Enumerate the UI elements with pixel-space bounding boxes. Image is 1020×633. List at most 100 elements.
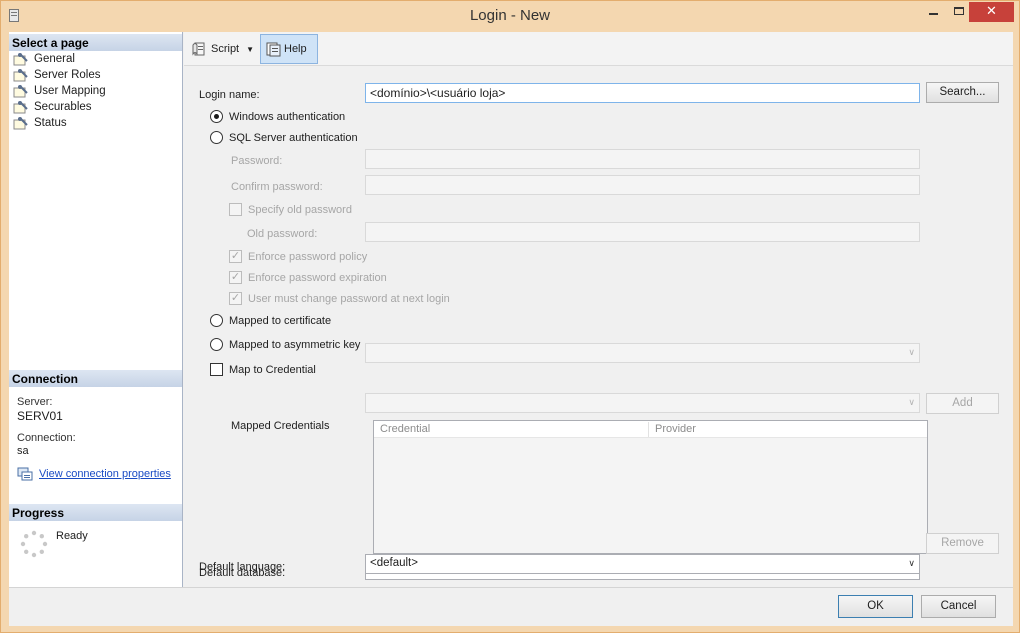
view-connection-link[interactable]: View connection properties [39,468,171,480]
credential-column-header[interactable]: Credential [380,423,430,435]
chevron-down-icon: ∨ [908,558,915,568]
login-name-label: Login name: [199,89,260,101]
properties-icon [17,467,33,481]
password-input[interactable] [365,149,920,169]
checkmark-icon[interactable]: ✓ [229,271,242,284]
old-password-input[interactable] [365,222,920,242]
server-value: SERV01 [17,409,63,423]
column-separator [648,422,649,437]
dialog-footer: OK Cancel [9,587,1013,626]
radio-checked[interactable] [210,110,223,123]
enforce-policy-checkbox[interactable]: ✓ Enforce password policy [229,250,367,263]
chevron-down-icon: ∨ [908,397,915,407]
default-language-label: Default language: [199,561,286,573]
default-language-value: <default> [370,557,418,569]
map-credential-label: Map to Credential [229,363,316,376]
windows-auth-radio[interactable]: Windows authentication [210,110,345,123]
old-password-label: Old password: [247,228,318,240]
radio-unchecked[interactable] [210,131,223,144]
confirm-password-input[interactable] [365,175,920,195]
page-item-user-mapping[interactable]: User Mapping [13,83,106,99]
help-icon [266,42,281,57]
confirm-password-label: Confirm password: [231,181,323,193]
must-change-checkbox[interactable]: ✓ User must change password at next logi… [229,292,450,305]
mapped-credentials-label: Mapped Credentials [231,420,330,432]
specify-old-password-label: Specify old password [248,203,352,216]
progress-status: Ready [56,530,88,542]
checkmark-icon[interactable]: ✓ [229,250,242,263]
dropdown-arrow-icon[interactable]: ▼ [246,45,254,54]
password-label: Password: [231,155,283,167]
sql-auth-label: SQL Server authentication [229,131,358,144]
mapped-credentials-grid[interactable]: Credential Provider [373,420,928,554]
ok-button[interactable]: OK [838,595,913,618]
maximize-icon [954,7,964,15]
specify-old-password-checkbox[interactable]: Specify old password [229,203,352,216]
mapped-asymmetric-label: Mapped to asymmetric key [229,338,361,351]
certificate-select[interactable]: ∨ [365,343,920,363]
toolbar: Script ▼ Help [184,32,1013,66]
dialog-client-area: Select a page General Server Roles User … [9,32,1013,626]
page-wrench-icon [13,68,28,81]
default-language-select[interactable]: <default> ∨ [365,554,920,574]
minimize-icon [929,13,938,15]
must-change-label: User must change password at next login [248,292,450,305]
checkbox-box[interactable] [210,363,223,376]
windows-auth-label: Windows authentication [229,110,346,123]
enforce-expiration-label: Enforce password expiration [248,271,387,284]
general-page-form: Login name: <domínio>\<usuário loja> Sea… [184,67,1013,587]
checkbox-box[interactable] [229,203,242,216]
minimize-button[interactable] [920,2,946,22]
script-button[interactable]: Script ▼ [188,34,262,64]
progress-spinner-icon [20,530,48,558]
help-button[interactable]: Help [260,34,318,64]
close-icon: ✕ [986,3,997,18]
page-item-label: Status [34,117,67,129]
enforce-expiration-checkbox[interactable]: ✓ Enforce password expiration [229,271,387,284]
close-button[interactable]: ✕ [969,2,1014,22]
provider-column-header[interactable]: Provider [655,423,696,435]
chevron-down-icon: ∨ [908,347,915,357]
page-item-securables[interactable]: Securables [13,99,106,115]
radio-unchecked[interactable] [210,338,223,351]
page-item-status[interactable]: Status [13,115,106,131]
script-label: Script [211,43,240,55]
page-item-label: Server Roles [34,69,101,81]
enforce-policy-label: Enforce password policy [248,250,368,263]
cancel-button[interactable]: Cancel [921,595,996,618]
window-title: Login - New [469,7,551,24]
mapped-asymmetric-radio[interactable]: Mapped to asymmetric key [210,338,360,351]
page-item-label: Securables [34,101,92,113]
remove-button[interactable]: Remove [926,533,999,554]
server-label: Server: [17,396,53,408]
page-wrench-icon [13,84,28,97]
page-wrench-icon [13,52,28,65]
page-item-general[interactable]: General [13,51,106,67]
page-item-label: General [34,53,75,65]
select-page-header: Select a page [9,34,182,51]
grid-header: Credential Provider [374,421,927,438]
login-name-input[interactable]: <domínio>\<usuário loja> [365,83,920,103]
map-credential-checkbox[interactable]: Map to Credential [210,363,316,376]
mapped-certificate-label: Mapped to certificate [229,314,332,327]
sql-auth-radio[interactable]: SQL Server authentication [210,131,358,144]
left-panel: Select a page General Server Roles User … [9,32,183,587]
connection-label: Connection: [17,432,76,444]
script-icon [192,42,205,56]
page-item-server-roles[interactable]: Server Roles [13,67,106,83]
title-bar[interactable]: Login - New ✕ [1,1,1019,31]
radio-unchecked[interactable] [210,314,223,327]
progress-header: Progress [9,504,182,521]
login-new-window: Login - New ✕ Select a page General Serv… [0,0,1020,633]
page-list: General Server Roles User Mapping Secura… [13,51,106,131]
view-connection-properties[interactable]: View connection properties [17,467,171,481]
credential-select[interactable]: ∨ [365,393,920,413]
help-label: Help [284,43,307,55]
checkmark-icon[interactable]: ✓ [229,292,242,305]
connection-value: sa [17,445,29,457]
page-wrench-icon [13,116,28,129]
search-button[interactable]: Search... [926,82,999,103]
add-button[interactable]: Add [926,393,999,414]
page-wrench-icon [13,100,28,113]
mapped-certificate-radio[interactable]: Mapped to certificate [210,314,331,327]
